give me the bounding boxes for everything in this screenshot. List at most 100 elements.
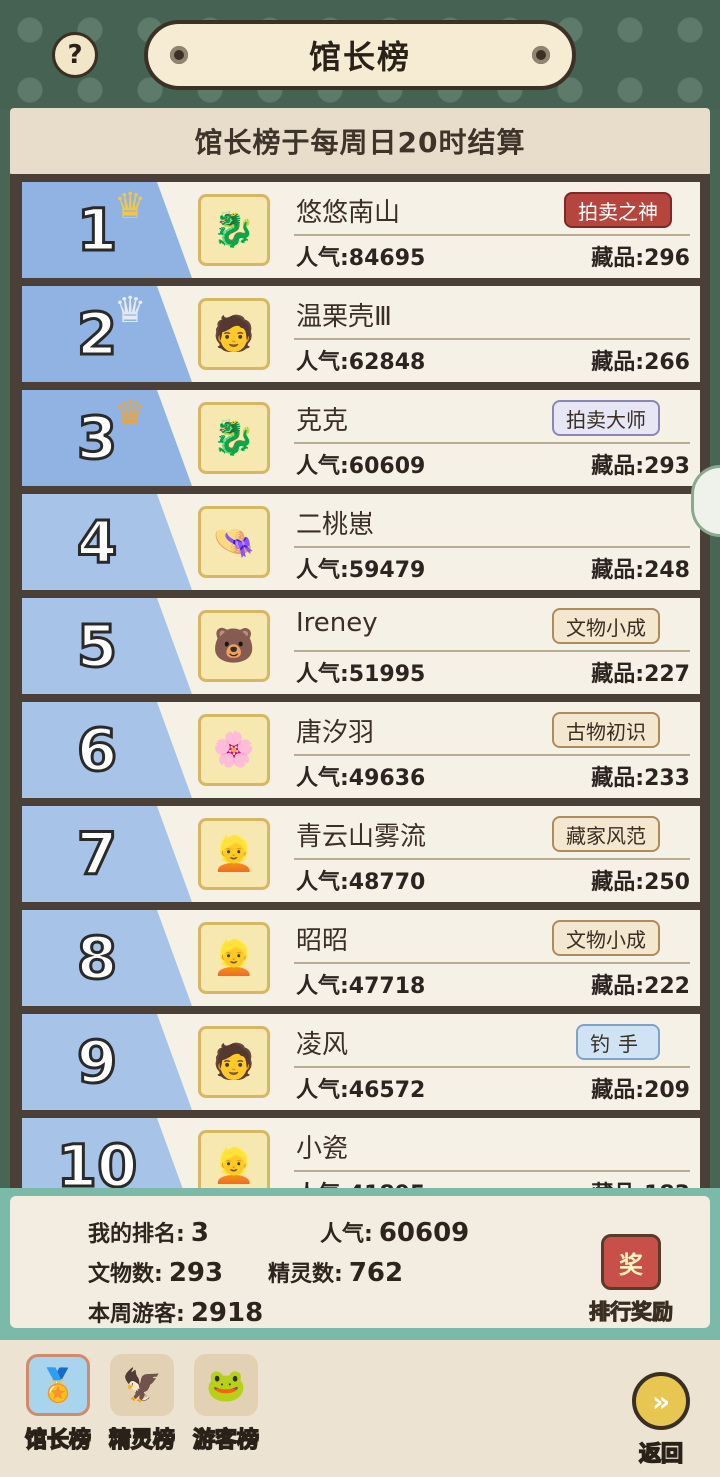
- page-title: 馆长榜: [308, 38, 411, 76]
- my-ranking-card: 我的排名: 3 人气: 60609 文物数: 293 精灵数: 762 本周游客: 291…: [10, 1196, 710, 1328]
- avatar[interactable]: 👱: [198, 922, 270, 994]
- avatar[interactable]: 🐻: [198, 610, 270, 682]
- rank-number: 4: [75, 507, 118, 578]
- help-icon: ?: [67, 40, 83, 70]
- title-dot-right: [532, 46, 550, 64]
- my-spirits-value: 762: [348, 1258, 404, 1288]
- popularity-value: 人气:47718: [296, 974, 426, 999]
- title-badge: 藏家风范: [552, 816, 660, 852]
- row-divider: [294, 754, 690, 756]
- popularity-value: 人气:62848: [296, 350, 426, 375]
- row-divider: [294, 962, 690, 964]
- tab-spirit-ranking-label: 精灵榜: [108, 1427, 176, 1454]
- collection-value: 藏品:209: [591, 1078, 690, 1103]
- popularity-value: 人气:46572: [296, 1078, 426, 1103]
- ranking-reward-button[interactable]: 奖 排行奖励: [576, 1234, 686, 1330]
- title-dot-left: [170, 46, 188, 64]
- tab-curator-ranking[interactable]: 🏅 馆长榜: [20, 1354, 96, 1454]
- my-popularity: 人气: 60609: [320, 1216, 469, 1248]
- avatar[interactable]: 🧑: [198, 1026, 270, 1098]
- crown-icon: ♛: [114, 290, 147, 331]
- collection-value: 藏品:233: [591, 766, 690, 791]
- rank-number: 1: [75, 195, 118, 266]
- avatar[interactable]: 👱: [198, 1130, 270, 1190]
- top-banner: ? 馆长榜: [0, 0, 720, 110]
- title-badge: 拍卖之神: [564, 192, 672, 228]
- help-button[interactable]: ?: [52, 32, 98, 78]
- collection-value: 藏品:248: [591, 558, 690, 583]
- my-relics: 文物数: 293: [88, 1256, 223, 1288]
- collection-value: 藏品:266: [591, 350, 690, 375]
- player-name: 凌风: [296, 1030, 349, 1060]
- my-visitors-label: 本周游客:: [88, 1302, 185, 1327]
- tab-curator-ranking-label: 馆长榜: [24, 1427, 92, 1454]
- tab-visitor-ranking[interactable]: 🐸 游客榜: [188, 1354, 264, 1454]
- leaderboard-row[interactable]: 4 👒 二桃崽 人气:59479 藏品:248: [22, 494, 700, 590]
- collection-value: 藏品:250: [591, 870, 690, 895]
- row-divider: [294, 442, 690, 444]
- player-name: 悠悠南山: [296, 198, 401, 228]
- my-popularity-value: 60609: [378, 1218, 470, 1248]
- my-popularity-label: 人气:: [320, 1222, 373, 1247]
- rank-number: 9: [75, 1027, 118, 1098]
- rank-number: 3: [75, 403, 118, 474]
- crown-icon: ♛: [114, 186, 147, 227]
- rank-number: 10: [55, 1131, 139, 1191]
- avatar[interactable]: 🐉: [198, 402, 270, 474]
- row-divider: [294, 1066, 690, 1068]
- player-name: 青云山雾流: [296, 822, 427, 852]
- title-plate: 馆长榜: [144, 20, 576, 90]
- leaderboard-row[interactable]: 8 👱 昭昭 文物小成人气:47718 藏品:222: [22, 910, 700, 1006]
- title-badge: 文物小成: [552, 920, 660, 956]
- row-divider: [294, 234, 690, 236]
- player-name: 克克: [296, 406, 349, 436]
- spirit-icon: 🦅: [110, 1354, 174, 1416]
- collection-value: 藏品:227: [591, 662, 690, 687]
- my-rank-label: 我的排名:: [88, 1222, 185, 1247]
- back-label: 返回: [638, 1441, 684, 1468]
- my-ranking-panel: 我的排名: 3 人气: 60609 文物数: 293 精灵数: 762 本周游客: 291…: [0, 1188, 720, 1340]
- collection-value: 藏品:296: [591, 246, 690, 271]
- avatar[interactable]: 🌸: [198, 714, 270, 786]
- leaderboard-row[interactable]: 10👱小瓷人气:41895藏品:183: [22, 1118, 700, 1190]
- rank-number: 5: [75, 611, 118, 682]
- popularity-value: 人气:48770: [296, 870, 426, 895]
- tab-spirit-ranking[interactable]: 🦅 精灵榜: [104, 1354, 180, 1454]
- rank-number: 8: [75, 923, 118, 994]
- row-divider: [294, 858, 690, 860]
- title-badge: 拍卖大师: [552, 400, 660, 436]
- back-button[interactable]: » 返回: [628, 1372, 694, 1468]
- leaderboard-row[interactable]: 2 ♛ 🧑 温栗壳Ⅲ 人气:62848 藏品:266: [22, 286, 700, 382]
- reward-icon: 奖: [601, 1234, 661, 1290]
- settlement-notice: 馆长榜于每周日20时结算: [10, 108, 710, 177]
- popularity-value: 人气:84695: [296, 246, 426, 271]
- leaderboard-row[interactable]: 7 👱 青云山雾流 藏家风范人气:48770 藏品:250: [22, 806, 700, 902]
- leaderboard-row[interactable]: 9 🧑 凌风 钓手 人气:46572 藏品:209: [22, 1014, 700, 1110]
- visitor-icon: 🐸: [194, 1354, 258, 1416]
- avatar[interactable]: 🧑: [198, 298, 270, 370]
- my-rank: 我的排名: 3: [88, 1216, 209, 1248]
- avatar[interactable]: 👒: [198, 506, 270, 578]
- avatar[interactable]: 👱: [198, 818, 270, 890]
- popularity-value: 人气:49636: [296, 766, 426, 791]
- leaderboard-row[interactable]: 6 🌸 唐汐羽 古物初识 人气:49636 藏品:233: [22, 702, 700, 798]
- collection-value: 藏品:222: [591, 974, 690, 999]
- leaderboard-list[interactable]: 1 ♛ 🐉 悠悠南山 拍卖之神 人气:84695 藏品:296 2 ♛ 🧑 温栗壳Ⅲ 人气:62848…: [10, 174, 710, 1190]
- my-relics-value: 293: [168, 1258, 224, 1288]
- leaderboard-row[interactable]: 5 🐻 Ireney 文物小成 人气:51995 藏品:227: [22, 598, 700, 694]
- player-name: 昭昭: [296, 926, 349, 956]
- leaderboard-row[interactable]: 1 ♛ 🐉 悠悠南山 拍卖之神人气:84695 藏品:296: [22, 182, 700, 278]
- my-visitors: 本周游客: 2918: [88, 1296, 263, 1328]
- collection-value: 藏品:293: [591, 454, 690, 479]
- avatar[interactable]: 🐉: [198, 194, 270, 266]
- row-divider: [294, 338, 690, 340]
- leaderboard-row[interactable]: 3 ♛ 🐉 克克 拍卖大师 人气:60609 藏品:293: [22, 390, 700, 486]
- tab-visitor-ranking-label: 游客榜: [192, 1427, 260, 1454]
- popularity-value: 人气:59479: [296, 558, 426, 583]
- rank-number: 7: [75, 819, 118, 890]
- settlement-notice-text: 馆长榜于每周日20时结算: [194, 126, 526, 159]
- row-divider: [294, 650, 690, 652]
- rank-number: 6: [75, 715, 118, 786]
- popularity-value: 人气:51995: [296, 662, 426, 687]
- my-visitors-value: 2918: [190, 1298, 264, 1328]
